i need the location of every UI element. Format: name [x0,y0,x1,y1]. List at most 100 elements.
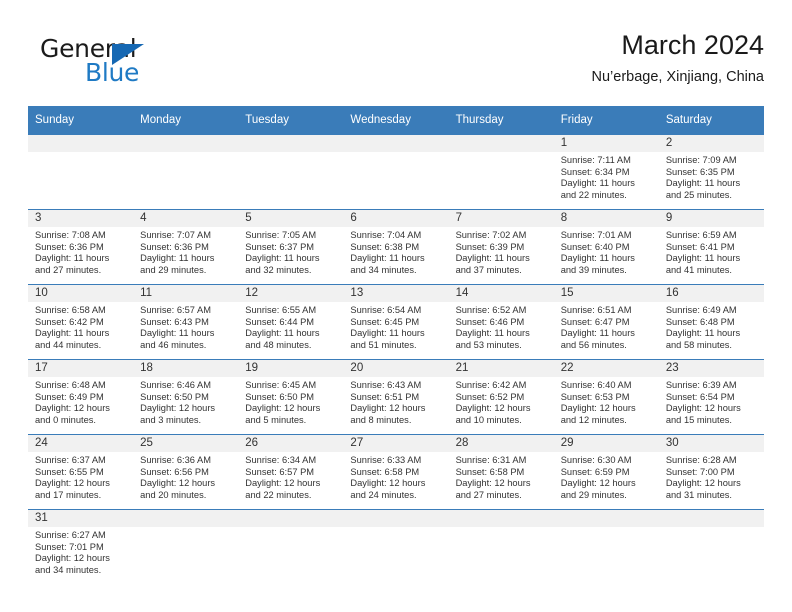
day-cell[interactable]: 23 Sunrise: 6:39 AM Sunset: 6:54 PM Dayligh… [658,359,764,435]
day-cell[interactable]: 28 Sunrise: 6:31 AM Sunset: 6:58 PM Dayligh… [448,434,554,510]
day-cell[interactable]: 3 Sunrise: 7:08 AM Sunset: 6:36 PM Daylight… [28,209,134,285]
page-subtitle: Nu’erbage, Xinjiang, China [591,69,765,85]
day-cell[interactable]: 11 Sunrise: 6:57 AM Sunset: 6:43 PM Dayligh… [133,284,239,360]
day-cell[interactable]: 13 Sunrise: 6:54 AM Sunset: 6:45 PM Dayligh… [343,284,449,360]
day-cell[interactable] [343,509,449,584]
sunset-text: Sunset: 6:35 PM [665,166,735,177]
sunset-text: Sunset: 6:57 PM [245,466,315,477]
sunset-text: Sunset: 6:51 PM [350,391,420,402]
daylight-text-line1: Daylight: 11 hours [350,328,425,339]
day-cell[interactable]: 27 Sunrise: 6:33 AM Sunset: 6:58 PM Dayligh… [343,434,449,510]
day-number: 23 [658,360,764,377]
day-cell[interactable] [448,509,554,584]
daylight-text-line1: Daylight: 12 hours [665,478,741,489]
day-cell[interactable]: 12 Sunrise: 6:55 AM Sunset: 6:44 PM Dayligh… [238,284,344,360]
sunset-text: Sunset: 6:55 PM [35,466,104,477]
calendar-body: 1 Sunrise: 7:11 AM Sunset: 6:34 PM Daylight… [28,134,764,584]
daylight-text-line1: Daylight: 11 hours [140,328,215,339]
daylight-text-line2: and 32 minutes. [245,264,312,275]
general-blue-logo[interactable]: General Blue [28,34,248,92]
day-cell[interactable]: 1 Sunrise: 7:11 AM Sunset: 6:34 PM Daylight… [553,134,659,210]
day-cell[interactable]: 31 Sunrise: 6:27 AM Sunset: 7:01 PM Dayligh… [28,509,134,584]
day-cell[interactable] [133,134,239,210]
day-number [238,135,344,152]
calendar-page: General Blue March 2024 Nu’erbage, Xinji… [0,0,792,612]
daylight-text-line1: Daylight: 11 hours [35,328,110,339]
day-cell[interactable]: 4 Sunrise: 7:07 AM Sunset: 6:36 PM Daylight… [133,209,239,285]
daylight-text-line2: and 12 minutes. [560,414,627,425]
day-cell[interactable]: 14 Sunrise: 6:52 AM Sunset: 6:46 PM Dayligh… [448,284,554,360]
day-cell[interactable]: 8 Sunrise: 7:01 AM Sunset: 6:40 PM Daylight… [553,209,659,285]
sunrise-text: Sunrise: 6:43 AM [350,380,422,390]
daylight-text-line1: Daylight: 12 hours [455,403,531,414]
day-cell[interactable]: 9 Sunrise: 6:59 AM Sunset: 6:41 PM Daylight… [658,209,764,285]
sunset-text: Sunset: 6:50 PM [140,391,209,402]
day-cell[interactable]: 15 Sunrise: 6:51 AM Sunset: 6:47 PM Dayligh… [553,284,659,360]
daylight-text-line2: and 56 minutes. [560,339,627,350]
day-cell[interactable]: 30 Sunrise: 6:28 AM Sunset: 7:00 PM Dayligh… [658,434,764,510]
daylight-text-line2: and 27 minutes. [35,264,102,275]
daylight-text-line2: and 10 minutes. [455,414,522,425]
sunrise-text: Sunrise: 6:57 AM [140,305,211,315]
day-cell[interactable]: 16 Sunrise: 6:49 AM Sunset: 6:48 PM Dayligh… [658,284,764,360]
day-cell[interactable] [553,509,659,584]
day-cell[interactable]: 25 Sunrise: 6:36 AM Sunset: 6:56 PM Dayligh… [133,434,239,510]
sunset-text: Sunset: 6:58 PM [350,466,420,477]
daylight-text-line1: Daylight: 12 hours [455,478,531,489]
day-number: 15 [553,285,659,302]
sunset-text: Sunset: 6:42 PM [35,316,104,327]
sunset-text: Sunset: 6:40 PM [560,241,630,252]
daylight-text-line2: and 44 minutes. [35,339,102,350]
sunset-text: Sunset: 6:52 PM [455,391,525,402]
page-header: General Blue March 2024 Nu’erbage, Xinji… [28,28,764,94]
daylight-text-line1: Daylight: 11 hours [560,178,635,189]
daylight-text-line2: and 34 minutes. [35,564,102,575]
day-number: 16 [658,285,764,302]
sunset-text: Sunset: 6:49 PM [35,391,104,402]
day-cell[interactable]: 22 Sunrise: 6:40 AM Sunset: 6:53 PM Dayligh… [553,359,659,435]
sunrise-text: Sunrise: 7:08 AM [35,230,106,240]
calendar-week-row: 1 Sunrise: 7:11 AM Sunset: 6:34 PM Daylight… [28,134,764,210]
daylight-text-line2: and 31 minutes. [665,489,732,500]
day-cell[interactable]: 7 Sunrise: 7:02 AM Sunset: 6:39 PM Daylight… [448,209,554,285]
day-cell[interactable] [133,509,239,584]
weekday-header-friday: Friday [553,106,659,135]
day-cell[interactable] [28,134,134,210]
daylight-text-line1: Daylight: 11 hours [245,253,320,264]
day-cell[interactable] [238,134,344,210]
daylight-text-line1: Daylight: 12 hours [665,403,741,414]
day-number: 28 [448,435,554,452]
day-cell[interactable] [658,509,764,584]
day-cell[interactable]: 26 Sunrise: 6:34 AM Sunset: 6:57 PM Dayligh… [238,434,344,510]
day-cell[interactable]: 19 Sunrise: 6:45 AM Sunset: 6:50 PM Dayligh… [238,359,344,435]
daylight-text-line1: Daylight: 11 hours [455,328,530,339]
day-cell[interactable]: 18 Sunrise: 6:46 AM Sunset: 6:50 PM Dayligh… [133,359,239,435]
day-cell[interactable] [448,134,554,210]
day-cell[interactable]: 29 Sunrise: 6:30 AM Sunset: 6:59 PM Dayligh… [553,434,659,510]
sunrise-text: Sunrise: 6:42 AM [455,380,527,390]
day-cell[interactable]: 10 Sunrise: 6:58 AM Sunset: 6:42 PM Dayligh… [28,284,134,360]
calendar-week-row: 17 Sunrise: 6:48 AM Sunset: 6:49 PM Dayligh… [28,359,764,435]
day-cell[interactable]: 2 Sunrise: 7:09 AM Sunset: 6:35 PM Daylight… [658,134,764,210]
day-cell[interactable]: 17 Sunrise: 6:48 AM Sunset: 6:49 PM Dayligh… [28,359,134,435]
daylight-text-line1: Daylight: 12 hours [245,403,321,414]
day-cell[interactable]: 5 Sunrise: 7:05 AM Sunset: 6:37 PM Daylight… [238,209,344,285]
day-cell[interactable]: 21 Sunrise: 6:42 AM Sunset: 6:52 PM Dayligh… [448,359,554,435]
day-number: 5 [238,210,344,227]
sunset-text: Sunset: 6:37 PM [245,241,315,252]
day-cell[interactable]: 20 Sunrise: 6:43 AM Sunset: 6:51 PM Dayligh… [343,359,449,435]
day-cell[interactable] [343,134,449,210]
sunset-text: Sunset: 6:34 PM [560,166,630,177]
daylight-text-line2: and 27 minutes. [455,489,522,500]
sunrise-text: Sunrise: 6:34 AM [245,455,317,465]
day-cell[interactable]: 24 Sunrise: 6:37 AM Sunset: 6:55 PM Dayligh… [28,434,134,510]
day-cell[interactable]: 6 Sunrise: 7:04 AM Sunset: 6:38 PM Daylight… [343,209,449,285]
day-cell[interactable] [238,509,344,584]
weekday-header-wednesday: Wednesday [343,106,449,135]
daylight-text-line2: and 5 minutes. [245,414,307,425]
day-number [238,510,344,527]
daylight-text-line2: and 22 minutes. [245,489,312,500]
sunrise-text: Sunrise: 7:11 AM [560,155,631,165]
day-number: 12 [238,285,344,302]
sunrise-text: Sunrise: 6:28 AM [665,455,737,465]
